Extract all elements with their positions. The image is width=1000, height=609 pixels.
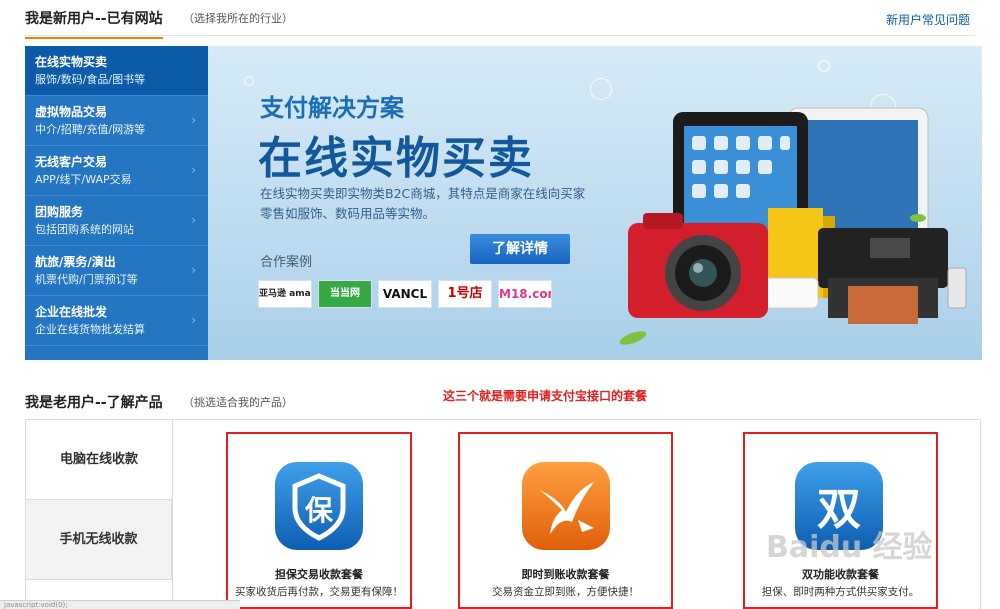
sidebar-item-desc: 企业在线货物批发结算	[35, 323, 145, 336]
solution-banner: 支付解决方案 在线实物买卖 在线实物买卖即实物类B2C商城，其特点是商家在线向买…	[208, 46, 982, 360]
package-desc: 交易资金立即到账，方便快捷！	[492, 586, 639, 598]
package-name: 即时到账收款套餐	[521, 568, 610, 581]
sidebar-item-desc: 服饰/数码/食品/图书等	[35, 73, 146, 86]
package-name: 双功能收款套餐	[802, 568, 879, 581]
chevron-right-icon: ›	[191, 163, 196, 177]
package-glyph: 保	[305, 494, 334, 527]
products-illustration	[619, 107, 967, 345]
banner-description: 在线实物买卖即实物类B2C商城，其特点是商家在线向买家零售如服饰、数码用品等实物…	[260, 186, 586, 221]
partners-label: 合作案例	[260, 255, 313, 270]
chevron-right-icon: ›	[191, 113, 196, 127]
new-user-header: 我是新用户--已有网站 （选择我所在的行业） 新用户常见问题	[25, 0, 975, 39]
bubble-decoration	[590, 78, 612, 100]
sidebar-item-name: 在线实物买卖	[35, 55, 108, 69]
sidebar-item-desc: 机票代购/门票预订等	[35, 273, 138, 286]
shield-icon: 保	[273, 460, 365, 552]
partner-logos: 亚马逊 amazon.cn 当当网 VANCL 1号店 M18.com	[258, 280, 552, 308]
package-desc: 担保、即时两种方式供买家支付。	[761, 586, 920, 598]
chevron-right-icon: ›	[191, 213, 196, 227]
banner-headline: 在线实物买卖	[258, 133, 534, 184]
sidebar-item-virtual-goods[interactable]: 虚拟物品交易 中介/招聘/充值/网游等 ›	[25, 96, 208, 146]
industry-sidebar: 在线实物买卖 服饰/数码/食品/图书等 虚拟物品交易 中介/招聘/充值/网游等 …	[25, 46, 215, 360]
old-user-hint: （挑选适合我的产品）	[183, 396, 293, 409]
sidebar-item-name: 团购服务	[35, 205, 84, 219]
product-tabs: 电脑在线收款 手机无线收款	[25, 419, 172, 609]
old-user-header: 我是老用户--了解产品 （挑选适合我的产品）	[25, 384, 293, 423]
sidebar-item-wireless[interactable]: 无线客户交易 APP/线下/WAP交易 ›	[25, 146, 208, 196]
annotation-note: 这三个就是需要申请支付宝接口的套餐	[443, 389, 648, 403]
faq-link[interactable]: 新用户常见问题	[886, 11, 970, 28]
sidebar-item-travel-tickets[interactable]: 航旅/票务/演出 机票代购/门票预订等 ›	[25, 246, 208, 296]
bubble-decoration	[818, 60, 830, 72]
browser-status-bar: javascript:void(0);	[0, 600, 240, 609]
bubble-decoration	[244, 76, 254, 86]
sidebar-item-physical-goods[interactable]: 在线实物买卖 服饰/数码/食品/图书等	[25, 46, 215, 96]
page: 我是新用户--已有网站 （选择我所在的行业） 新用户常见问题 在线实物买卖 服饰…	[0, 0, 1000, 609]
vancl-logo[interactable]: VANCL	[378, 280, 432, 308]
package-dual[interactable]: 双 双功能收款套餐 担保、即时两种方式供买家支付。	[743, 432, 938, 609]
sidebar-item-desc: APP/线下/WAP交易	[35, 173, 132, 186]
yhd-logo[interactable]: 1号店	[438, 280, 492, 308]
new-user-title: 我是新用户--已有网站	[25, 8, 163, 39]
package-desc: 买家收货后再付款，交易更有保障！	[235, 586, 403, 598]
new-user-hint: （选择我所在的行业）	[183, 12, 293, 25]
sidebar-item-name: 航旅/票务/演出	[35, 255, 116, 269]
learn-more-button[interactable]: 了解详情	[470, 234, 570, 264]
m18-logo[interactable]: M18.com	[498, 280, 552, 308]
sidebar-item-name: 无线客户交易	[35, 155, 108, 169]
tab-mobile-payment[interactable]: 手机无线收款	[26, 500, 172, 580]
amazon-logo[interactable]: 亚马逊 amazon.cn	[258, 280, 312, 308]
sidebar-item-group-buying[interactable]: 团购服务 包括团购系统的网站 ›	[25, 196, 208, 246]
sidebar-item-wholesale[interactable]: 企业在线批发 企业在线货物批发结算 ›	[25, 296, 208, 346]
sidebar-item-name: 企业在线批发	[35, 305, 108, 319]
swallow-icon	[520, 460, 612, 552]
sidebar-item-desc: 包括团购系统的网站	[35, 223, 134, 236]
baidu-watermark: Baidu 经验	[766, 530, 933, 565]
chevron-right-icon: ›	[191, 263, 196, 277]
dangdang-logo[interactable]: 当当网	[318, 280, 372, 308]
package-name: 担保交易收款套餐	[275, 568, 363, 581]
sidebar-item-desc: 中介/招聘/充值/网游等	[35, 123, 146, 136]
sidebar-item-name: 虚拟物品交易	[35, 105, 108, 119]
package-escrow[interactable]: 保 担保交易收款套餐 买家收货后再付款，交易更有保障！	[226, 432, 412, 609]
banner-subtitle: 支付解决方案	[260, 94, 404, 122]
chevron-right-icon: ›	[191, 313, 196, 327]
package-instant[interactable]: 即时到账收款套餐 交易资金立即到账，方便快捷！	[458, 432, 673, 609]
tab-pc-payment[interactable]: 电脑在线收款	[26, 420, 172, 500]
